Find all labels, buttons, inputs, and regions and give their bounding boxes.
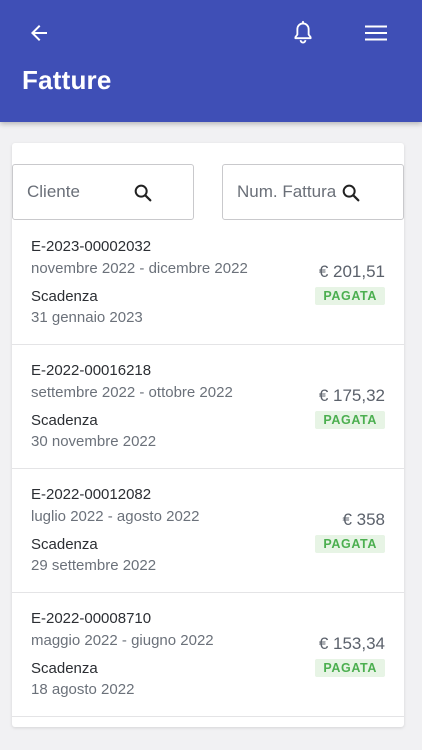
invoice-amount: € 153,34 [318,634,385,653]
invoice-code: E-2022-00012082 [31,486,152,503]
invoice-code: E-2022-00008710 [31,610,152,627]
due-date-label: Scadenza [31,412,98,429]
due-date-label: Scadenza [31,288,98,305]
invoice-item[interactable]: E-2022-00008710 maggio 2022 - giugno 202… [12,593,404,717]
due-date-label: Scadenza [31,536,98,553]
status-badge: PAGATA [315,287,385,305]
status-badge: PAGATA [315,535,385,553]
invoice-item[interactable]: E-2022-00016218 settembre 2022 - ottobre… [12,345,404,469]
due-date: 31 gennaio 2023 [31,309,143,326]
invoice-item[interactable]: E-2022-00012082 luglio 2022 - agosto 202… [12,469,404,593]
invoice-code: E-2022-00016218 [31,362,152,379]
status-badge: PAGATA [315,411,385,429]
invoice-number-search-field[interactable] [222,164,404,220]
invoices-panel: E-2023-00002032 novembre 2022 - dicembre… [12,143,404,727]
invoice-period: luglio 2022 - agosto 2022 [31,508,200,525]
hamburger-menu-icon [365,25,387,41]
search-icon[interactable] [340,182,362,204]
cliente-search-input[interactable] [27,165,137,219]
due-date: 18 agosto 2022 [31,681,135,698]
app-bar: Fatture [0,0,422,122]
cliente-search-field[interactable] [12,164,194,220]
arrow-left-icon [31,25,47,41]
menu-button[interactable] [356,13,396,53]
due-date: 30 novembre 2022 [31,433,157,450]
due-date-label: Scadenza [31,660,98,677]
invoice-amount: € 201,51 [318,262,385,281]
notifications-button[interactable] [283,13,323,53]
invoice-code: E-2023-00002032 [31,238,152,255]
back-button[interactable] [19,13,59,53]
invoice-amount: € 175,32 [318,386,385,405]
due-date: 29 settembre 2022 [31,557,157,574]
bell-icon [294,20,312,44]
invoice-number-search-input[interactable] [237,165,347,219]
invoice-item[interactable]: E-2023-00002032 novembre 2022 - dicembre… [12,221,404,345]
status-badge: PAGATA [315,659,385,677]
invoice-period: novembre 2022 - dicembre 2022 [31,260,248,277]
invoice-list: E-2023-00002032 novembre 2022 - dicembre… [12,221,404,717]
invoice-amount: € 358 [342,510,385,529]
search-icon[interactable] [132,182,154,204]
invoice-period: maggio 2022 - giugno 2022 [31,632,214,649]
page-title: Fatture [22,65,112,95]
invoice-period: settembre 2022 - ottobre 2022 [31,384,233,401]
